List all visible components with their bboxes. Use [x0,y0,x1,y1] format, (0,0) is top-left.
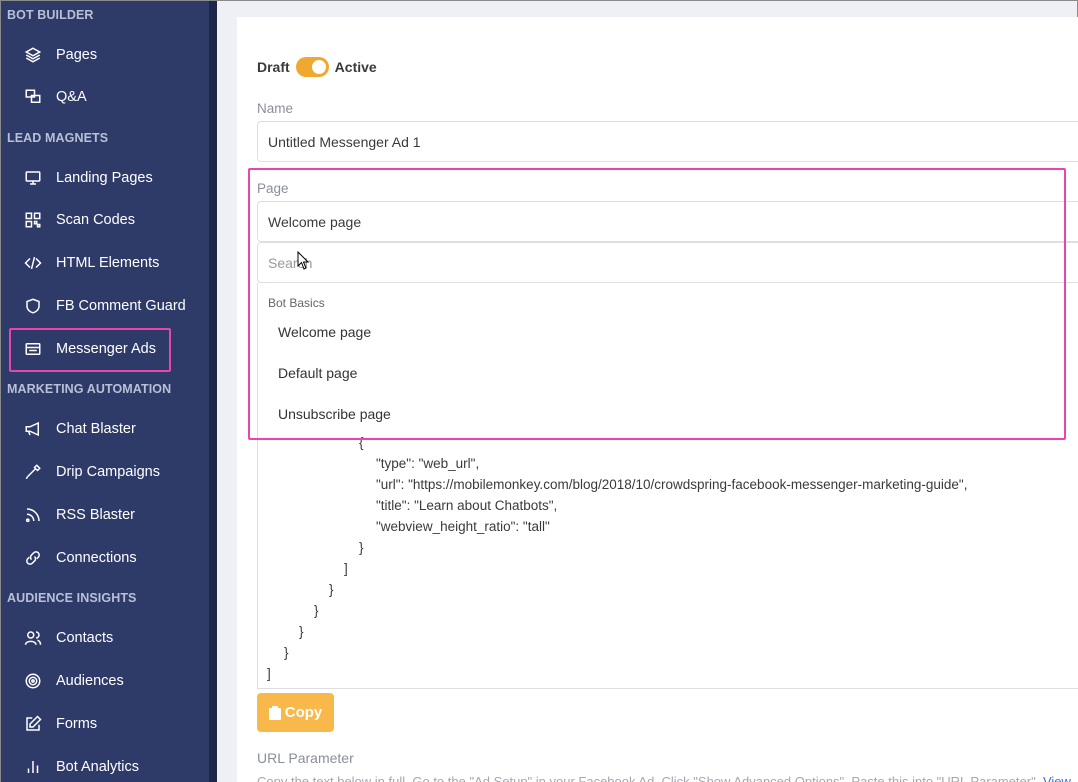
sidebar-item-qa[interactable]: Q&A [23,83,203,111]
section-lead-magnets: LEAD MAGNETS [7,131,109,145]
sidebar-item-bot-analytics[interactable]: Bot Analytics [23,753,203,781]
active-label: Active [334,59,377,75]
sidebar-item-drip-campaigns[interactable]: Drip Campaigns [23,458,203,486]
sidebar-item-fb-comment-guard[interactable]: FB Comment Guard [23,292,203,320]
status-toggle[interactable] [295,57,329,77]
sidebar-item-label: Landing Pages [56,170,153,186]
content-gutter [217,1,237,782]
status-toggle-row: Draft Active [257,57,377,77]
toggle-knob [311,60,326,74]
code-line: } [299,624,304,639]
sidebar-item-connections[interactable]: Connections [23,544,203,572]
sidebar-item-label: Audiences [56,673,124,689]
sidebar-item-label: Forms [56,716,98,732]
sidebar-item-rss-blaster[interactable]: RSS Blaster [23,501,203,529]
rss-icon [23,505,43,525]
shield-icon [23,296,43,316]
code-line: "webview_height_ratio": "tall" [376,519,550,534]
code-line: } [359,540,364,555]
code-line: ] [267,666,271,681]
code-line: ] [344,561,348,576]
code-line: "type": "web_url", [376,456,480,471]
sidebar-item-label: Connections [56,550,137,566]
qr-code-icon [23,210,43,230]
megaphone-icon [23,419,43,439]
sidebar-item-forms[interactable]: Forms [23,710,203,738]
monitor-icon [23,168,43,188]
bar-chart-icon [23,757,43,777]
section-bot-builder: BOT BUILDER [7,8,94,22]
url-parameter-label: URL Parameter [257,750,354,766]
highlight-page-field [248,168,1066,440]
target-icon [23,671,43,691]
sidebar-item-label: HTML Elements [56,255,160,271]
sidebar-item-label: FB Comment Guard [56,298,186,314]
code-line: } [329,582,334,597]
sidebar-item-label: Bot Analytics [56,759,140,775]
link-icon [23,548,43,568]
sidebar-item-label: Q&A [56,89,87,105]
sidebar-item-html-elements[interactable]: HTML Elements [23,249,203,277]
section-marketing-automation: MARKETING AUTOMATION [7,382,172,396]
hint-text: Copy the text below in full. Go to the "… [257,774,1040,782]
sidebar-divider [209,1,217,782]
sidebar-item-label: RSS Blaster [56,507,135,523]
mouse-cursor-icon [297,251,310,270]
edit-icon [23,714,43,734]
layers-icon [23,45,43,65]
sidebar: BOT BUILDER Pages Q&A LEAD MAGNETS Landi… [1,1,209,782]
sidebar-item-pages[interactable]: Pages [23,41,203,69]
qa-icon [23,87,43,107]
sidebar-item-scan-codes[interactable]: Scan Codes [23,206,203,234]
clipboard-icon [268,705,281,720]
draft-label: Draft [257,59,290,75]
code-line: } [314,603,319,618]
sidebar-item-label: Scan Codes [56,212,135,228]
copy-button-label: Copy [284,704,323,721]
sidebar-item-contacts[interactable]: Contacts [23,624,203,652]
sidebar-item-label: Drip Campaigns [56,464,160,480]
view-link[interactable]: View [1043,774,1071,782]
sidebar-item-chat-blaster[interactable]: Chat Blaster [23,415,203,443]
code-line: "title": "Learn about Chatbots", [376,498,558,513]
code-line: } [284,645,289,660]
highlight-messenger-ads [9,328,171,372]
sidebar-item-label: Chat Blaster [56,421,136,437]
url-parameter-hint: Copy the text below in full. Go to the "… [257,774,1071,782]
code-icon [23,253,43,273]
sidebar-item-audiences[interactable]: Audiences [23,667,203,695]
users-icon [23,628,43,648]
sidebar-item-label: Pages [56,47,98,63]
dropper-icon [23,462,43,482]
sidebar-item-landing-pages[interactable]: Landing Pages [23,164,203,192]
code-textarea[interactable] [257,435,1078,689]
section-audience-insights: AUDIENCE INSIGHTS [7,591,137,605]
copy-button[interactable]: Copy [257,693,334,732]
name-label: Name [257,101,294,116]
sidebar-item-label: Contacts [56,630,114,646]
name-input[interactable]: Untitled Messenger Ad 1 [257,121,1078,162]
code-line: "url": "https://mobilemonkey.com/blog/20… [376,477,968,492]
